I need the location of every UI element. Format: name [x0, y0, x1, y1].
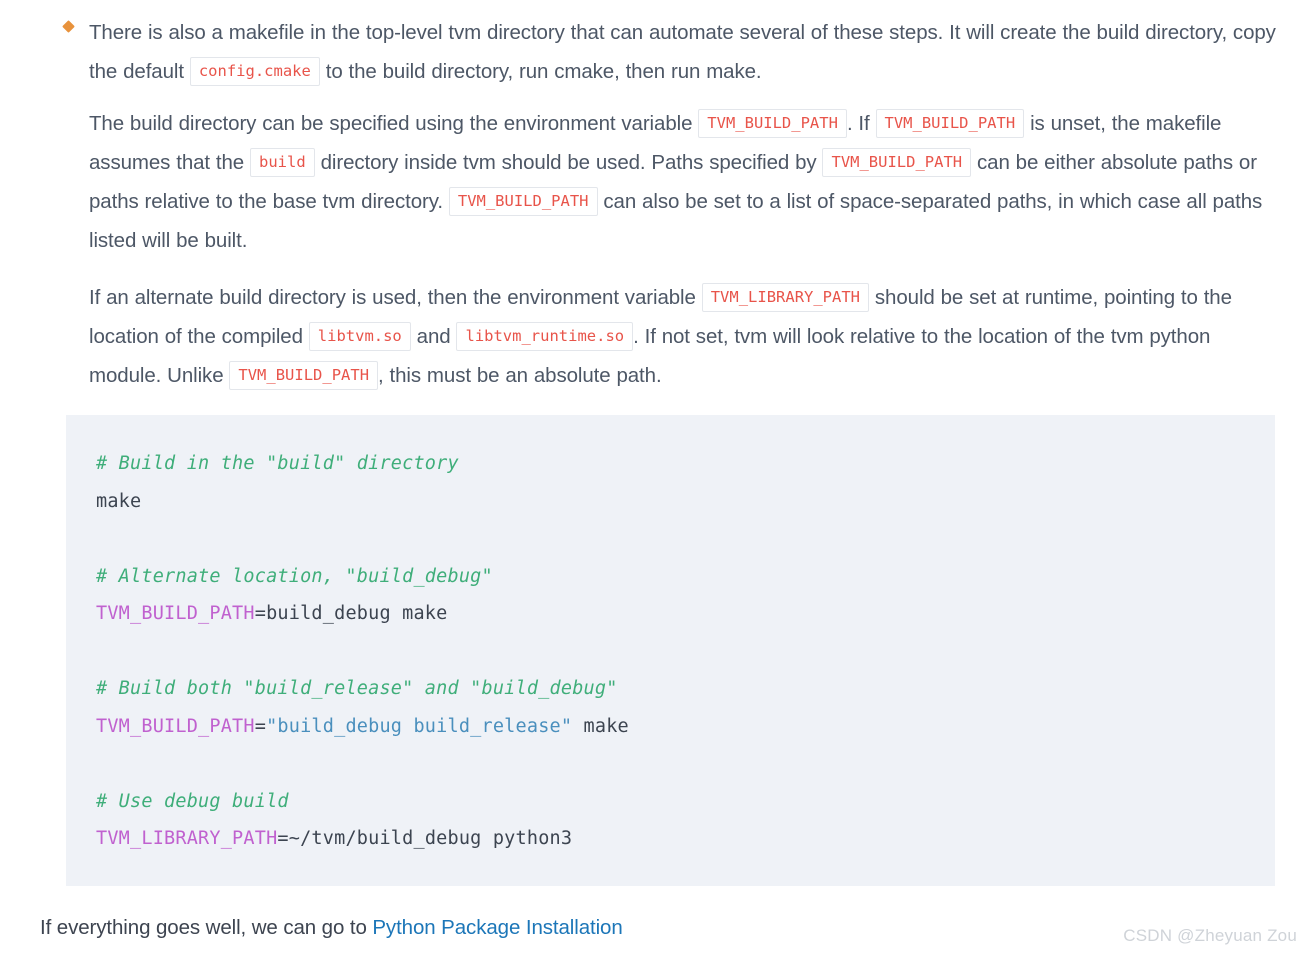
diamond-bullet-icon [62, 20, 75, 33]
inline-code: libtvm_runtime.so [456, 322, 634, 351]
csdn-watermark: CSDN @Zheyuan Zou [1123, 926, 1297, 945]
code-token-comment: # Build in the "build" directory [96, 453, 459, 474]
code-token-comment: # Alternate location, "build_debug" [96, 565, 493, 587]
inline-code: TVM_LIBRARY_PATH [701, 283, 870, 312]
inline-code: config.cmake [189, 57, 320, 86]
inline-code: libtvm.so [308, 322, 411, 351]
build-directory-paragraph-block: The build directory can be specified usi… [89, 104, 1279, 276]
code-token-var: TVM_BUILD_PATH [96, 603, 255, 624]
code-token-comment: # Build both "build_release" and "build_… [96, 678, 618, 699]
library-path-paragraph-block: If an alternate build directory is used,… [89, 278, 1279, 411]
inline-code: TVM_BUILD_PATH [698, 109, 847, 138]
code-token-plain: =build_debug make [254, 603, 448, 624]
code-token-plain: make [96, 490, 142, 512]
code-token-plain: = [254, 715, 267, 737]
list-item: There is also a makefile in the top-leve… [0, 0, 1316, 91]
code-token-var: TVM_LIBRARY_PATH [96, 828, 278, 849]
documentation-page: There is also a makefile in the top-leve… [0, 0, 1316, 956]
bullet-list: There is also a makefile in the top-leve… [0, 0, 1316, 107]
code-token-plain: =~/tvm/build_debug python3 [277, 828, 573, 849]
inline-code: TVM_BUILD_PATH [875, 109, 1025, 138]
makefile-paragraph: There is also a makefile in the top-leve… [89, 0, 1278, 91]
code-block[interactable]: # Build in the "build" directory make # … [66, 415, 1275, 886]
python-package-installation-link[interactable]: Python Package Installation [372, 916, 622, 939]
code-token-comment: # Use debug build [96, 790, 289, 812]
build-directory-paragraph: The build directory can be specified usi… [89, 104, 1279, 260]
inline-code: build [250, 148, 315, 177]
library-path-paragraph: If an alternate build directory is used,… [89, 278, 1279, 395]
code-token-str: "build_debug build_release" [266, 715, 573, 737]
inline-code: TVM_BUILD_PATH [448, 187, 598, 216]
code-token-plain: make [572, 715, 629, 737]
inline-code: TVM_BUILD_PATH [229, 361, 379, 390]
code-block-content: # Build in the "build" directory make # … [96, 445, 1275, 858]
footer-sentence: If everything goes well, we can go to Py… [40, 911, 623, 945]
inline-code: TVM_BUILD_PATH [822, 148, 972, 177]
code-token-var: TVM_BUILD_PATH [96, 715, 255, 737]
footer-text: If everything goes well, we can go to [40, 916, 373, 939]
